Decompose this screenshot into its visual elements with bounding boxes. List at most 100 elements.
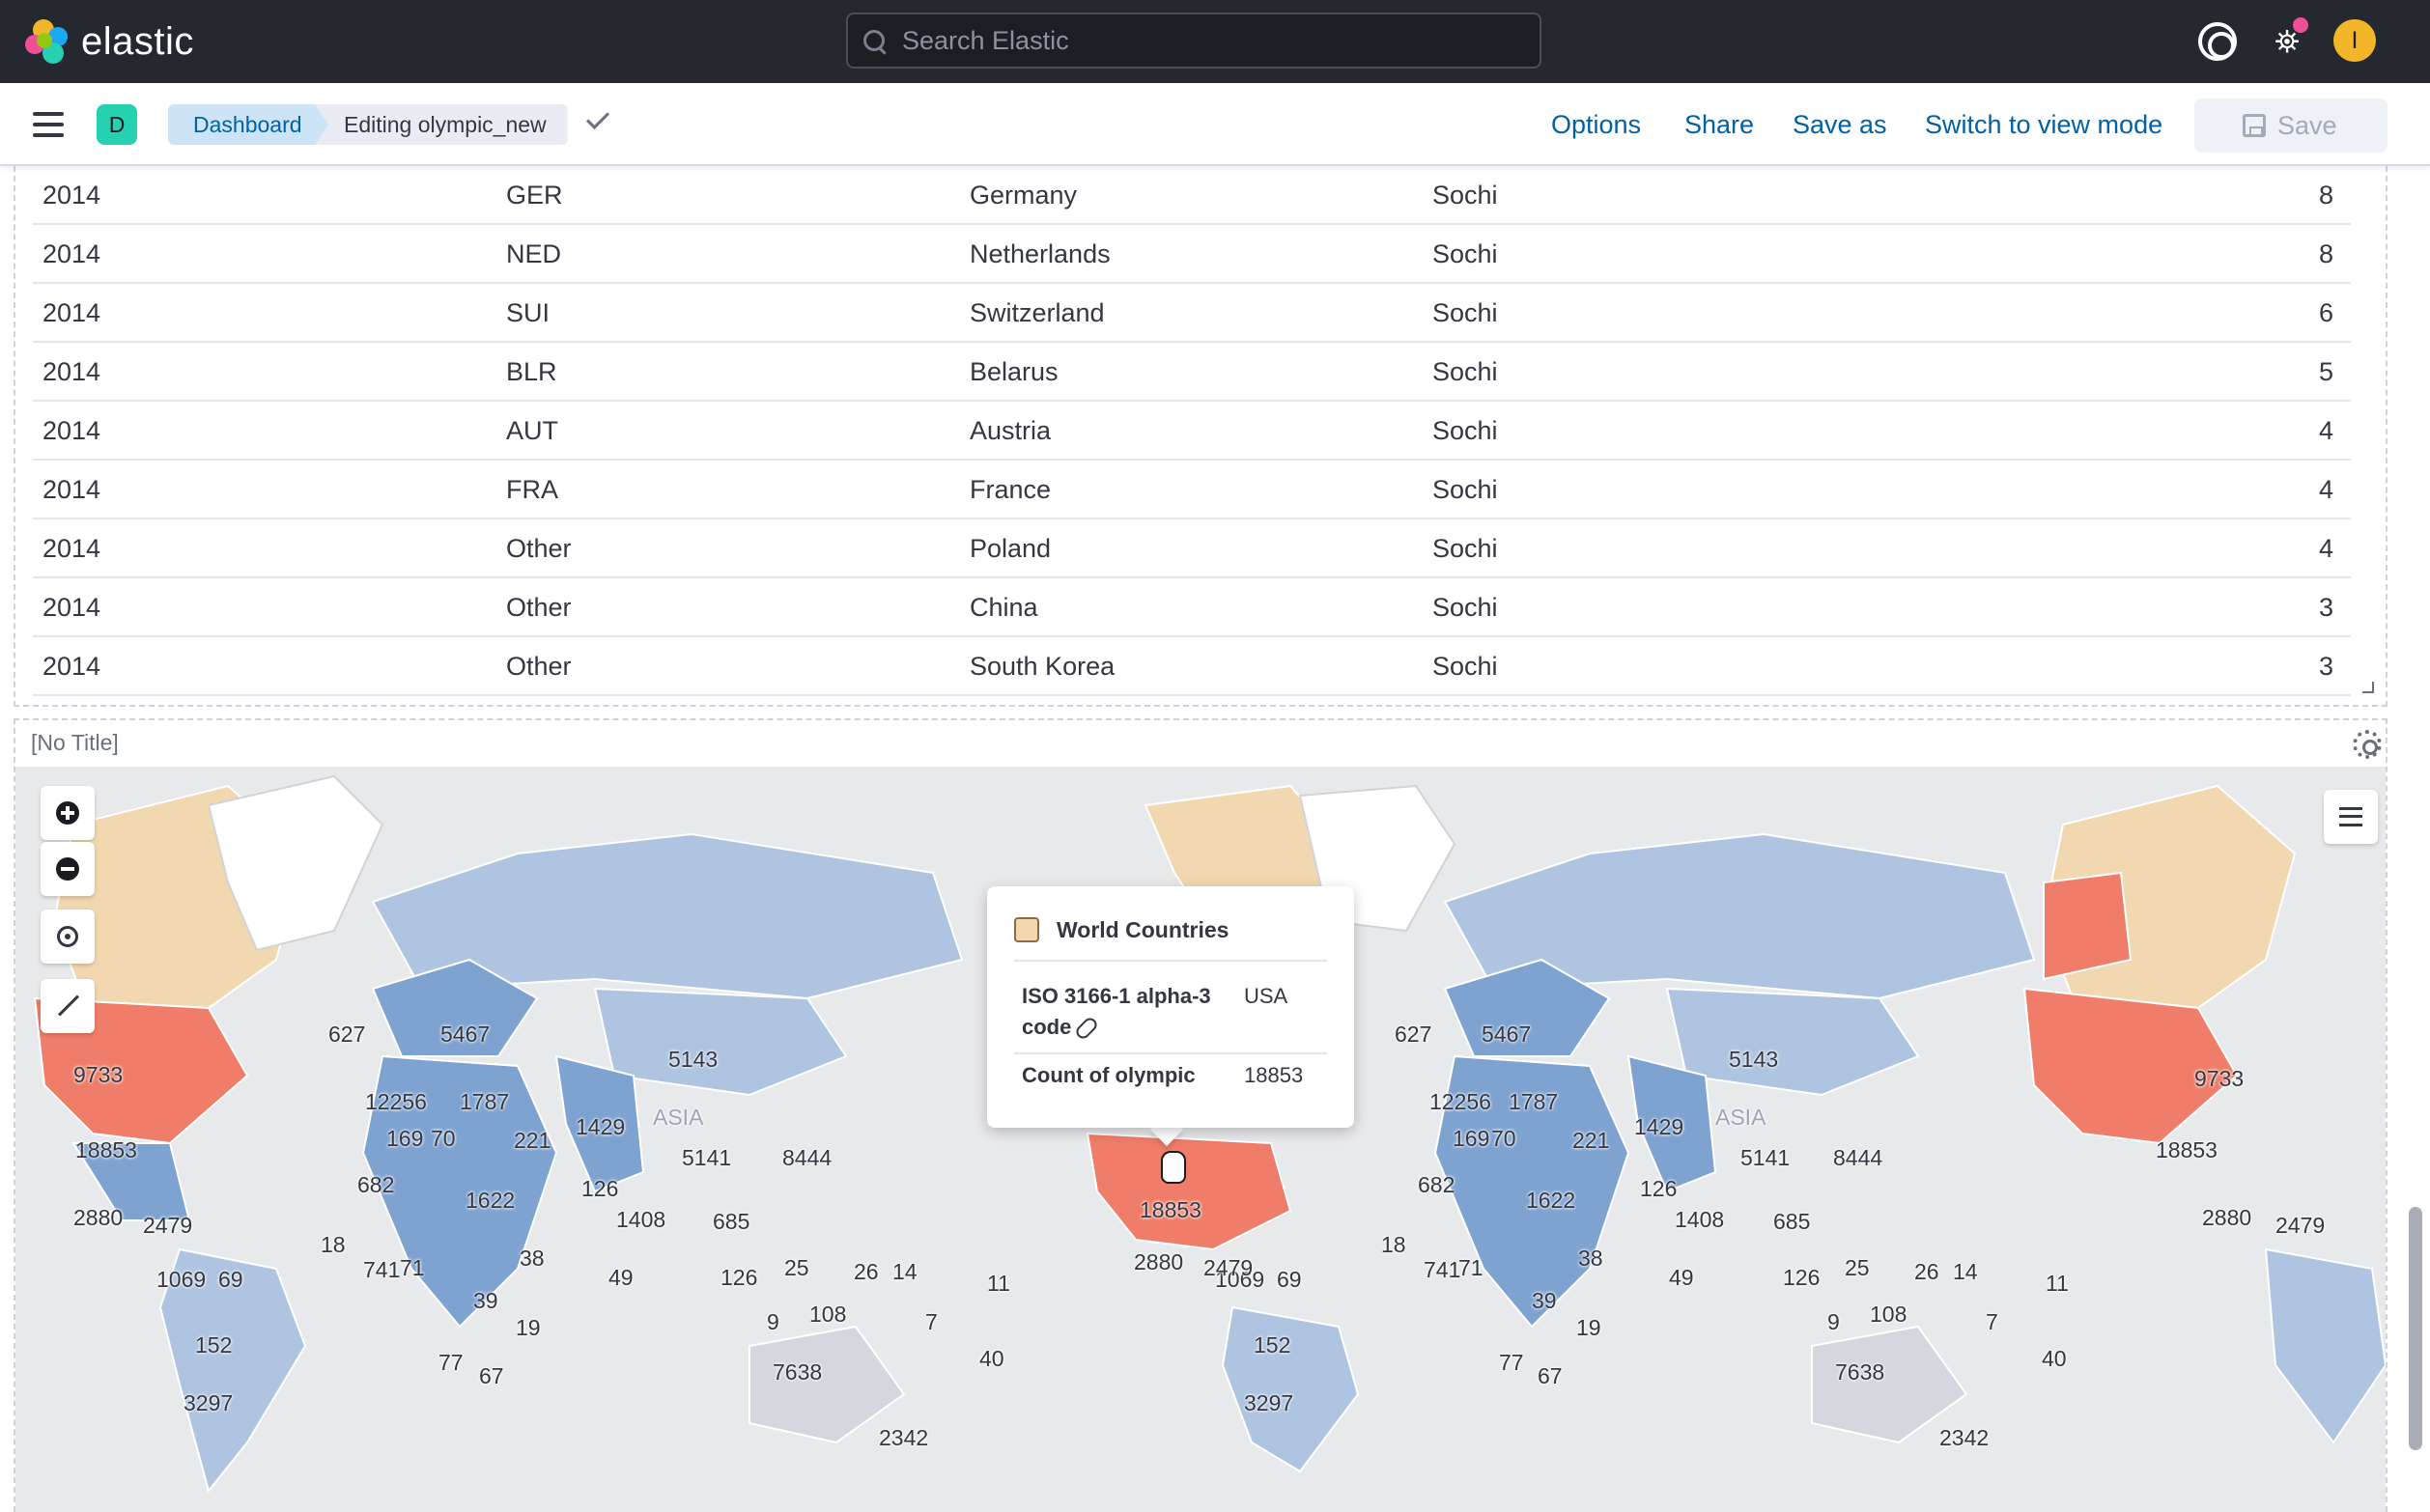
table-row: 2014 FRA France Sochi 4 bbox=[33, 461, 2351, 519]
data-table-panel: 2014 GER Germany Sochi 8 2014 NED Nether… bbox=[14, 166, 2388, 707]
elastic-logo-icon bbox=[25, 19, 70, 64]
share-link[interactable]: Share bbox=[1684, 104, 1754, 145]
map-value-label: 25 bbox=[784, 1255, 809, 1280]
tooltip-layer-name: World Countries bbox=[1057, 917, 1229, 942]
cell-code: BLR bbox=[506, 357, 557, 386]
map-value-label: 1429 bbox=[576, 1114, 626, 1139]
map-value-label: 8444 bbox=[782, 1145, 833, 1170]
map-value-label: 126 bbox=[721, 1265, 758, 1290]
save-icon bbox=[2243, 114, 2266, 137]
map-value-label: 8444 bbox=[1833, 1145, 1883, 1170]
map-value-label: 1408 bbox=[1675, 1207, 1725, 1232]
save-button[interactable]: Save bbox=[2194, 98, 2388, 153]
map-value-label: 18 bbox=[1381, 1232, 1406, 1257]
map-value-label: 12256 bbox=[365, 1089, 427, 1114]
top-header: elastic Search Elastic ⛯ I bbox=[0, 0, 2430, 83]
cell-country: Belarus bbox=[970, 357, 1059, 386]
cell-year: 2014 bbox=[42, 652, 101, 681]
map-value-label: 627 bbox=[328, 1022, 366, 1047]
world-copy-right bbox=[1433, 784, 2386, 1444]
search-placeholder: Search Elastic bbox=[902, 25, 1069, 55]
layer-legend-toggle[interactable] bbox=[2324, 790, 2378, 844]
cell-count: 8 bbox=[2318, 181, 2333, 210]
map-value-label: 14 bbox=[892, 1259, 918, 1284]
set-view-button[interactable] bbox=[41, 910, 95, 964]
breadcrumb-editing: Editing olympic_new bbox=[315, 104, 568, 145]
table-row: 2014 Other Poland Sochi 4 bbox=[33, 519, 2351, 578]
map-value-label: 5141 bbox=[682, 1145, 732, 1170]
map-value-label: 7 bbox=[925, 1309, 938, 1334]
map-value-label: 2342 bbox=[1939, 1425, 1990, 1450]
crosshair-icon bbox=[57, 926, 78, 947]
map-value-label: 2479 bbox=[1203, 1255, 1254, 1280]
zoom-out-button[interactable] bbox=[41, 842, 95, 896]
save-as-link[interactable]: Save as bbox=[1793, 104, 1887, 145]
map-value-label: 7 bbox=[1986, 1309, 1998, 1334]
layer-swatch-icon bbox=[1014, 917, 1039, 942]
map-value-label: 685 bbox=[1773, 1209, 1811, 1234]
search-icon bbox=[863, 30, 885, 51]
map-value-label: 26 bbox=[854, 1259, 879, 1284]
cell-count: 3 bbox=[2318, 593, 2333, 622]
panel-resize-handle[interactable] bbox=[2362, 682, 2374, 693]
map-value-label: 71 bbox=[1458, 1255, 1483, 1280]
table-row: 2014 AUT Austria Sochi 4 bbox=[33, 402, 2351, 461]
gear-icon[interactable] bbox=[2353, 730, 2382, 759]
breadcrumb-dashboard[interactable]: Dashboard bbox=[168, 104, 331, 145]
map-value-label: 67 bbox=[1538, 1363, 1563, 1388]
map-value-label: 682 bbox=[1418, 1172, 1455, 1197]
link-icon[interactable] bbox=[1073, 1015, 1100, 1042]
map-canvas[interactable]: 627 5467 5143 9733 12256 1787 1429 5141 … bbox=[15, 767, 2386, 1512]
map-value-label: 70 bbox=[431, 1126, 456, 1151]
map-value-label: 7638 bbox=[1835, 1359, 1885, 1385]
help-icon[interactable] bbox=[2198, 22, 2237, 61]
options-link[interactable]: Options bbox=[1551, 104, 1641, 145]
map-value-label: 2479 bbox=[2275, 1213, 2326, 1238]
country-south-america bbox=[2264, 1247, 2386, 1444]
page-scrollbar[interactable] bbox=[2409, 1207, 2422, 1450]
map-value-label: 40 bbox=[2042, 1346, 2067, 1371]
cell-country: Netherlands bbox=[970, 239, 1111, 268]
map-value-label: 108 bbox=[809, 1302, 847, 1327]
map-value-label: 1069 bbox=[156, 1267, 207, 1292]
map-value-label: 26 bbox=[1914, 1259, 1939, 1284]
map-value-label: 9733 bbox=[73, 1062, 124, 1087]
global-search-input[interactable]: Search Elastic bbox=[846, 13, 1541, 69]
map-value-label: 5143 bbox=[1729, 1047, 1779, 1072]
world-map bbox=[33, 774, 2386, 1494]
map-value-label: 77 bbox=[1499, 1350, 1524, 1375]
cell-city: Sochi bbox=[1432, 593, 1498, 622]
cell-count: 4 bbox=[2318, 416, 2333, 445]
map-value-label: 19 bbox=[516, 1315, 541, 1340]
cell-count: 3 bbox=[2318, 652, 2333, 681]
map-value-label: 2479 bbox=[143, 1213, 193, 1238]
map-value-label: 49 bbox=[1669, 1265, 1694, 1290]
map-value-label: 1622 bbox=[1526, 1188, 1576, 1213]
cell-code: GER bbox=[506, 181, 563, 210]
elastic-logo[interactable]: elastic bbox=[25, 17, 194, 66]
map-value-label: 40 bbox=[979, 1346, 1004, 1371]
tooltip-field-value: USA bbox=[1244, 984, 1288, 1008]
zoom-in-button[interactable] bbox=[41, 786, 95, 840]
tooltip-field-key: ISO 3166-1 alpha-3 code bbox=[1022, 981, 1244, 1043]
map-value-label: 49 bbox=[608, 1265, 634, 1290]
user-avatar[interactable]: I bbox=[2333, 19, 2376, 62]
country-usa bbox=[1086, 1132, 1292, 1251]
map-value-label: 18 bbox=[321, 1232, 346, 1257]
news-badge bbox=[2293, 17, 2308, 33]
switch-view-mode-link[interactable]: Switch to view mode bbox=[1925, 104, 2162, 145]
space-avatar[interactable]: D bbox=[97, 104, 137, 145]
map-value-label: 5141 bbox=[1740, 1145, 1791, 1170]
map-value-label: 221 bbox=[514, 1128, 551, 1153]
menu-left-icon bbox=[2339, 807, 2362, 826]
menu-icon[interactable] bbox=[33, 112, 64, 137]
cell-city: Sochi bbox=[1432, 357, 1498, 386]
table-row: 2014 NED Netherlands Sochi 8 bbox=[33, 225, 2351, 284]
cell-code: AUT bbox=[506, 416, 558, 445]
tooltip-field-value: 18853 bbox=[1244, 1063, 1304, 1087]
cell-count: 6 bbox=[2318, 298, 2333, 327]
country-alaska bbox=[2043, 871, 2133, 981]
map-value-label: 169 bbox=[386, 1126, 424, 1151]
map-value-label: 5467 bbox=[1482, 1022, 1532, 1047]
fullscreen-button[interactable] bbox=[41, 979, 95, 1033]
